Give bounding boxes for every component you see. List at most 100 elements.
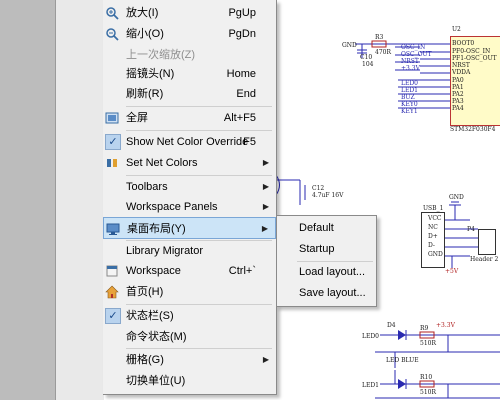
c12-label: C12: [312, 185, 325, 192]
menu-item-toggle-units[interactable]: 切换单位(U): [103, 370, 276, 392]
c10-value: 104: [362, 61, 374, 68]
u2-pin: PF0-OSC_IN: [452, 48, 491, 55]
menu-shortcut: Ctrl+`: [228, 265, 256, 277]
menu-item-desktop-layout[interactable]: 桌面布局(Y) ▶: [103, 217, 276, 239]
net-label: OSC_OUT: [401, 51, 432, 58]
r10-value: 510R: [420, 389, 436, 396]
c10-label: C10: [360, 54, 373, 61]
menu-label: 刷新(R): [126, 88, 164, 100]
menu-item-set-net-colors[interactable]: Set Net Colors ▶: [103, 152, 276, 174]
net-label: +3.3V: [401, 65, 420, 72]
menu-label: 状态栏(S): [126, 310, 174, 322]
submenu-item-load-layout[interactable]: Load layout...: [277, 261, 376, 283]
menu-label: Show Net Color Override: [126, 136, 249, 148]
menu-item-status-bar[interactable]: ✓ 状态栏(S): [103, 305, 276, 327]
fullscreen-icon: [105, 112, 119, 124]
menu-label: 全屏: [126, 112, 148, 124]
net-label: NRST: [401, 58, 419, 65]
menu-item-zoom-in[interactable]: 放大(I) PgUp: [103, 2, 276, 24]
submenu-item-startup[interactable]: Startup: [277, 238, 376, 260]
checkmark-icon: ✓: [105, 308, 121, 324]
menu-item-command-status[interactable]: 命令状态(M): [103, 326, 276, 348]
usb-pin: D+: [428, 233, 438, 240]
menu-item-pan[interactable]: 摇镜头(N) Home: [103, 63, 276, 85]
menu-label: 桌面布局(Y): [127, 223, 186, 235]
d4-label: D4: [387, 322, 396, 329]
u2-pin: VDDA: [452, 69, 471, 76]
submenu-item-save-layout[interactable]: Save layout...: [277, 282, 376, 304]
submenu-arrow-icon: ▶: [262, 182, 269, 191]
net-label: KEY1: [401, 108, 418, 115]
menu-item-workspace-panels[interactable]: Workspace Panels ▶: [103, 196, 276, 218]
menu-label: Workspace: [126, 265, 181, 277]
menu-label: 摇镜头(N): [126, 68, 175, 80]
u2-pin: BOOT0: [452, 40, 475, 47]
context-menu: 放大(I) PgUp 缩小(O) PgDn 上一次缩放(Z) 摇镜头(N) Ho…: [103, 0, 277, 395]
c12-value: 4.7uF 16V: [312, 192, 344, 199]
menu-item-toolbars[interactable]: Toolbars ▶: [103, 176, 276, 198]
menu-shortcut: Home: [226, 68, 256, 80]
zoom-in-icon: [106, 7, 119, 20]
usb-pin: GND: [428, 251, 443, 258]
submenu-arrow-icon: ▶: [262, 158, 269, 167]
menu-item-home[interactable]: 首页(H): [103, 281, 276, 303]
menu-shortcut: PgDn: [228, 28, 256, 40]
u2-pin: PF1-OSC_OUT: [452, 55, 497, 62]
menu-item-grid[interactable]: 栅格(G) ▶: [103, 349, 276, 371]
menu-item-library-migrator[interactable]: Library Migrator: [103, 240, 276, 262]
submenu-label: Startup: [299, 243, 335, 255]
u2-pin: PA0: [452, 77, 464, 84]
net-label: OSC_IN: [401, 44, 426, 51]
led-blue-label: LED BLUE: [386, 357, 419, 364]
p4-label: P4: [467, 226, 475, 233]
submenu-arrow-icon: ▶: [261, 224, 268, 233]
net-label: LED0: [401, 80, 418, 87]
net-label: BUZ: [401, 94, 415, 101]
u2-pin: NRST: [452, 62, 470, 69]
net-label: KEY0: [401, 101, 418, 108]
header-connector[interactable]: [478, 229, 496, 255]
home-icon: [105, 285, 119, 299]
submenu-label: Save layout...: [299, 287, 366, 299]
submenu-item-default[interactable]: Default: [277, 217, 376, 239]
menu-shortcut: PgUp: [228, 7, 256, 19]
menu-label: 栅格(G): [126, 354, 164, 366]
workspace-icon: [106, 265, 118, 277]
r3-label: R3: [375, 34, 384, 41]
gnd-label-2: GND: [449, 194, 464, 201]
led0-label: LED0: [362, 333, 379, 340]
menu-label: 放大(I): [126, 7, 159, 19]
menu-item-show-net-color-override[interactable]: ✓ Show Net Color Override F5: [103, 131, 276, 153]
usb-pin: VCC: [428, 215, 442, 222]
u2-pin: PA1: [452, 84, 464, 91]
usb-ref: USB_1: [423, 205, 444, 212]
menu-label: 缩小(O): [126, 28, 164, 40]
menu-item-fullscreen[interactable]: 全屏 Alt+F5: [103, 107, 276, 129]
r3-value: 470R: [375, 49, 391, 56]
submenu-arrow-icon: ▶: [262, 202, 269, 211]
u2-pin: PA4: [452, 105, 464, 112]
menu-shortcut: End: [236, 88, 256, 100]
zoom-out-icon: [106, 28, 119, 41]
checkmark-icon: ✓: [105, 134, 121, 150]
menu-item-zoom-out[interactable]: 缩小(O) PgDn: [103, 23, 276, 45]
submenu-label: Load layout...: [299, 266, 366, 278]
r9-label: R9: [420, 325, 429, 332]
menu-label: 切换单位(U): [126, 375, 186, 387]
menu-item-workspace[interactable]: Workspace Ctrl+`: [103, 260, 276, 282]
submenu-arrow-icon: ▶: [262, 355, 269, 364]
menu-label: Set Net Colors: [126, 157, 198, 169]
menu-label: Workspace Panels: [126, 201, 218, 213]
u2-pin: PA3: [452, 98, 464, 105]
net-label: LED1: [401, 87, 418, 94]
led1-label: LED1: [362, 382, 379, 389]
menu-label: 首页(H): [126, 286, 164, 298]
menu-shortcut: F5: [243, 136, 256, 148]
menu-item-refresh[interactable]: 刷新(R) End: [103, 83, 276, 105]
r9-value: 510R: [420, 340, 436, 347]
menu-shortcut: Alt+F5: [223, 112, 256, 124]
gnd-label: GND: [342, 42, 357, 49]
menu-label: Library Migrator: [126, 245, 204, 257]
vcc-label: +3.3V: [436, 322, 455, 329]
menu-label: Toolbars: [126, 181, 168, 193]
